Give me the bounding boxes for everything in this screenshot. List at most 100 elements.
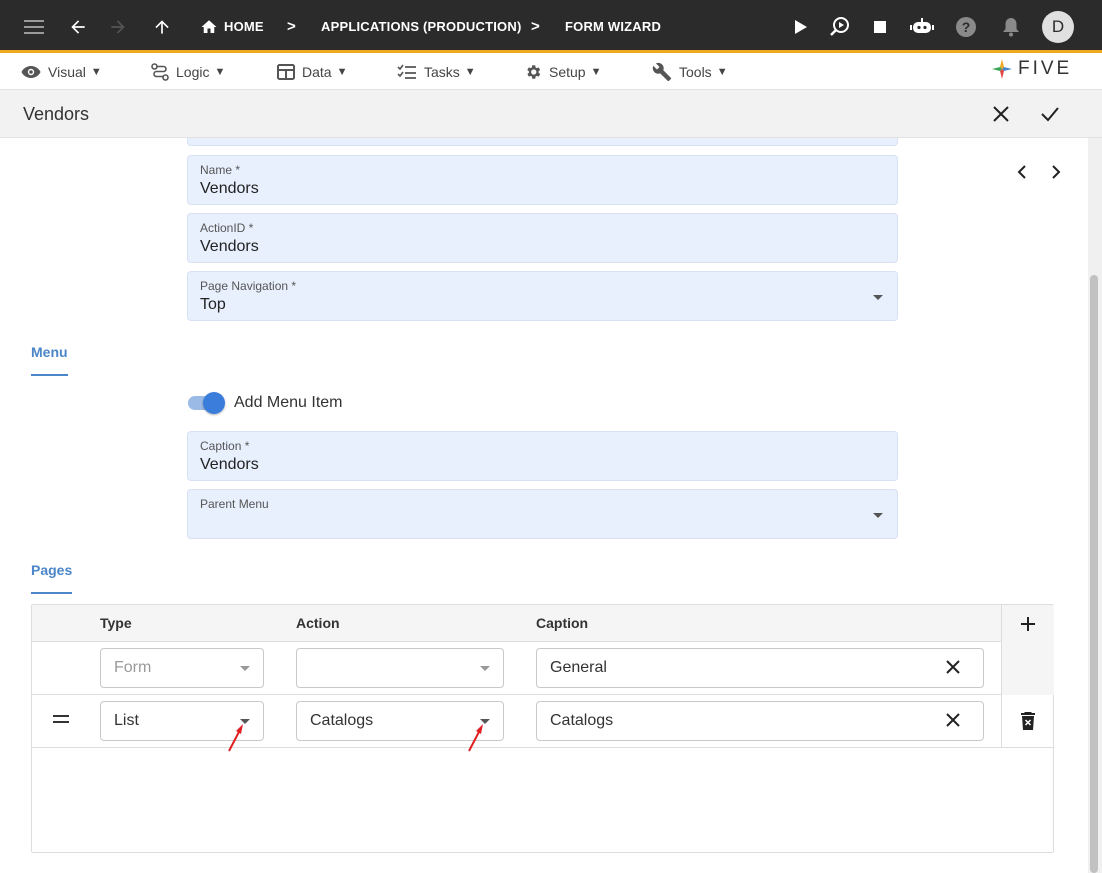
pages-section-title: Pages xyxy=(31,562,73,578)
clear-icon[interactable] xyxy=(945,659,961,680)
table-header: Type Action Caption xyxy=(32,605,1053,642)
forward-arrow-icon[interactable] xyxy=(104,0,132,53)
caret-down-icon: ▼ xyxy=(464,65,476,78)
scrollbar-thumb[interactable] xyxy=(1090,275,1098,873)
partial-field[interactable] xyxy=(187,138,898,146)
user-avatar[interactable]: D xyxy=(1042,11,1074,43)
row-type-select[interactable]: Form xyxy=(100,648,264,688)
previous-page-button[interactable] xyxy=(1016,164,1028,185)
name-field-value: Vendors xyxy=(200,180,259,197)
page-navigation-value: Top xyxy=(200,296,226,313)
logic-icon xyxy=(151,62,169,81)
chevron-right-icon xyxy=(1052,165,1061,179)
play-icon[interactable] xyxy=(790,0,812,53)
caret-down-icon: ▼ xyxy=(716,65,728,78)
stop-icon[interactable] xyxy=(870,0,890,53)
column-header-type: Type xyxy=(100,615,132,631)
row-caption-value: General xyxy=(550,659,607,676)
parent-menu-label: Parent Menu xyxy=(200,497,269,511)
svg-text:?: ? xyxy=(962,19,971,35)
drag-handle-icon[interactable] xyxy=(53,715,69,723)
logo-text: FIVE xyxy=(1018,58,1073,79)
toggle-knob xyxy=(203,392,225,414)
menu-tasks[interactable]: Tasks ▼ xyxy=(397,53,476,90)
menu-logic-label: Logic xyxy=(176,63,210,80)
row-action-select[interactable] xyxy=(296,648,504,688)
table-row: Form General xyxy=(32,642,1053,695)
eye-icon xyxy=(21,65,41,78)
checkmark-icon xyxy=(1041,107,1059,122)
annotation-arrow-icon xyxy=(228,724,243,752)
breadcrumb-form-wizard[interactable]: FORM WIZARD xyxy=(565,0,661,53)
help-icon[interactable]: ? xyxy=(954,0,978,53)
form-title-bar: Vendors xyxy=(0,90,1102,138)
table-row: List Catalogs Catalogs xyxy=(32,695,1053,748)
action-id-value: Vendors xyxy=(200,238,259,255)
row-action-value: Catalogs xyxy=(310,712,374,729)
delete-row-button[interactable] xyxy=(1002,695,1054,747)
caption-field[interactable]: Caption * Vendors xyxy=(187,431,898,481)
save-button[interactable] xyxy=(1040,90,1060,138)
column-header-action: Action xyxy=(296,615,340,631)
close-icon xyxy=(993,106,1009,122)
add-menu-item-toggle[interactable] xyxy=(188,392,225,414)
page-title: Vendors xyxy=(23,104,90,124)
page-navigation-select[interactable]: Page Navigation * Top xyxy=(187,271,898,321)
menu-tools[interactable]: Tools ▼ xyxy=(652,53,728,90)
back-arrow-icon[interactable] xyxy=(64,0,92,53)
table-icon xyxy=(277,63,295,80)
row-action-cell xyxy=(1002,642,1054,695)
caption-field-value: Vendors xyxy=(200,456,259,473)
menu-data[interactable]: Data ▼ xyxy=(277,53,347,90)
row-actions-column xyxy=(1001,605,1054,747)
breadcrumb-separator: > xyxy=(287,18,296,35)
menu-logic[interactable]: Logic ▼ xyxy=(151,53,225,90)
next-page-button[interactable] xyxy=(1050,164,1062,185)
tools-icon xyxy=(652,62,672,81)
menu-visual[interactable]: Visual ▼ xyxy=(21,53,102,90)
notifications-bell-icon[interactable] xyxy=(1000,0,1022,53)
checklist-icon xyxy=(397,64,416,79)
chatbot-icon[interactable] xyxy=(908,0,936,53)
row-caption-value: Catalogs xyxy=(550,712,614,729)
caret-down-icon: ▼ xyxy=(590,65,602,78)
dropdown-arrow-icon xyxy=(873,295,883,300)
row-caption-input[interactable]: Catalogs xyxy=(536,701,984,741)
menu-section-underline xyxy=(31,374,68,376)
dropdown-arrow-icon xyxy=(873,513,883,518)
dropdown-arrow-icon xyxy=(480,666,490,671)
gear-icon xyxy=(527,64,541,79)
menu-data-label: Data xyxy=(302,63,332,80)
debug-search-icon[interactable] xyxy=(826,0,854,53)
up-arrow-icon[interactable] xyxy=(148,0,176,53)
add-row-button[interactable] xyxy=(1002,605,1054,642)
annotation-arrow-icon xyxy=(468,724,483,752)
parent-menu-select[interactable]: Parent Menu xyxy=(187,489,898,539)
menu-setup[interactable]: Setup ▼ xyxy=(524,53,601,90)
caret-down-icon: ▼ xyxy=(214,65,226,78)
trash-icon xyxy=(1021,712,1035,730)
chevron-left-icon xyxy=(1017,165,1026,179)
clear-icon[interactable] xyxy=(945,712,961,733)
breadcrumb-applications[interactable]: APPLICATIONS (PRODUCTION) xyxy=(321,0,521,53)
hamburger-menu-icon[interactable] xyxy=(20,0,48,53)
plus-icon xyxy=(1021,616,1035,631)
app-bar: HOME > APPLICATIONS (PRODUCTION) > FORM … xyxy=(0,0,1102,53)
menu-setup-label: Setup xyxy=(549,63,586,80)
action-id-field[interactable]: ActionID * Vendors xyxy=(187,213,898,263)
breadcrumb-home[interactable]: HOME xyxy=(224,0,264,53)
page-navigation-label: Page Navigation * xyxy=(200,279,297,293)
pages-section-underline xyxy=(31,592,72,594)
caption-field-label: Caption * xyxy=(200,439,250,453)
close-button[interactable] xyxy=(992,90,1010,138)
menu-tasks-label: Tasks xyxy=(424,63,460,80)
name-field-label: Name * xyxy=(200,163,241,177)
add-menu-item-label: Add Menu Item xyxy=(234,394,343,411)
name-field[interactable]: Name * Vendors xyxy=(187,155,898,205)
home-icon[interactable] xyxy=(198,0,220,53)
caret-down-icon: ▼ xyxy=(336,65,348,78)
row-type-value: List xyxy=(114,712,139,729)
row-caption-input[interactable]: General xyxy=(536,648,984,688)
dropdown-arrow-icon xyxy=(240,666,250,671)
row-type-value: Form xyxy=(114,659,152,676)
